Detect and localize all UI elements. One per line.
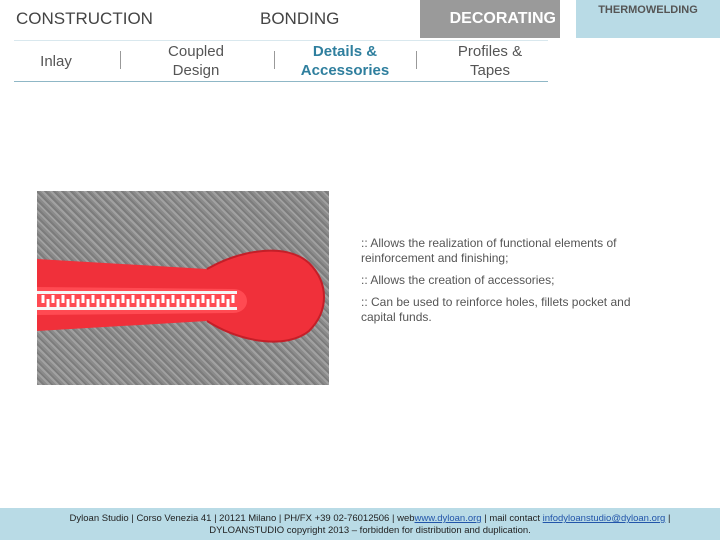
footer: Dyloan Studio | Corso Venezia 41 | 20121… bbox=[0, 508, 720, 540]
tab-bonding[interactable]: BONDING bbox=[260, 0, 380, 38]
subnav-item-details-accessories[interactable]: Details & Accessories bbox=[288, 41, 402, 81]
separator bbox=[416, 51, 417, 69]
zipper-illustration bbox=[37, 249, 325, 343]
feature-item: :: Can be used to reinforce holes, fille… bbox=[361, 295, 631, 324]
separator bbox=[120, 51, 121, 69]
sub-navigation: Inlay Coupled Design Details & Accessori… bbox=[14, 40, 548, 82]
footer-mail-label: | mail contact bbox=[481, 513, 543, 524]
subnav-item-coupled-design[interactable]: Coupled Design bbox=[154, 41, 238, 81]
separator bbox=[274, 51, 275, 69]
feature-item: :: Allows the creation of accessories; bbox=[361, 273, 555, 287]
product-photo bbox=[37, 191, 329, 385]
tab-construction[interactable]: CONSTRUCTION bbox=[16, 0, 176, 38]
footer-text: Dyloan Studio | Corso Venezia 41 | 20121… bbox=[40, 513, 700, 537]
footer-copyright: DYLOANSTUDIO copyright 2013 – forbidden … bbox=[209, 525, 531, 536]
tab-thermowelding[interactable]: THERMOWELDING bbox=[576, 0, 720, 38]
tab-decorating[interactable]: DECORATING bbox=[420, 0, 560, 38]
footer-mail-link[interactable]: infodyloanstudio@dyloan.org bbox=[543, 513, 666, 524]
footer-separator: | bbox=[665, 513, 671, 524]
footer-web-link[interactable]: www.dyloan.org bbox=[415, 513, 482, 524]
subnav-item-inlay[interactable]: Inlay bbox=[20, 41, 92, 81]
subnav-item-profiles-tapes[interactable]: Profiles & Tapes bbox=[440, 41, 540, 81]
feature-list: :: Allows the realization of functional … bbox=[361, 236, 651, 332]
feature-item: :: Allows the realization of functional … bbox=[361, 236, 617, 265]
footer-address: Dyloan Studio | Corso Venezia 41 | 20121… bbox=[69, 513, 415, 524]
